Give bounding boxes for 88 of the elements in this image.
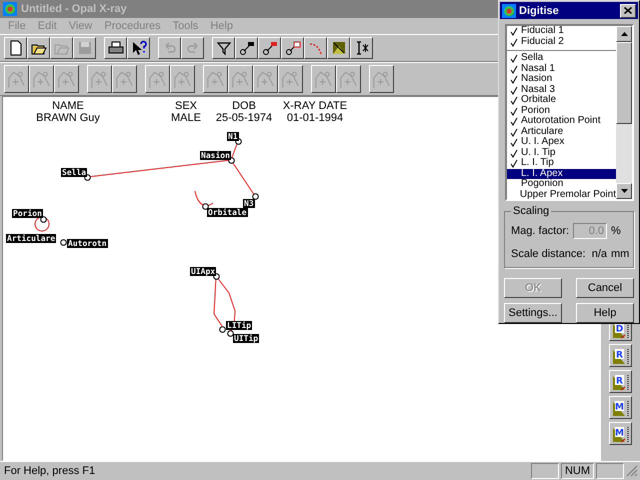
scale-tool-button[interactable]: R [609,370,632,393]
list-item[interactable]: Porion [507,106,616,116]
resize-grip-icon [626,465,638,477]
landmark-label: Orbitale [207,208,248,217]
toolbar-button[interactable] [235,37,258,59]
image-icon [330,40,346,56]
patient-value: 25-05-1974 [216,112,272,124]
window-title: Untitled - Opal X-ray [21,3,127,15]
landmark-icon [262,40,278,56]
list-item[interactable]: Pogonion [507,179,616,190]
toolbar-button[interactable] [27,37,50,59]
up-arrow-icon [620,32,628,36]
landmark-label: Sella [61,168,88,177]
status-panel [596,463,624,479]
list-item[interactable]: U. I. Apex [507,137,616,148]
dialog-title: Digitise [519,4,560,17]
scroll-down-button[interactable] [616,183,632,200]
patient-value: MALE [171,112,201,124]
toolbar-button[interactable] [212,37,235,59]
redo-icon [184,40,200,56]
toolbar-button[interactable] [104,37,127,59]
list-item[interactable]: Nasion [507,74,616,85]
status-panel [530,463,559,479]
patient-value: BRAWN Guy [36,112,100,124]
field-label: Mag. factor: [511,225,570,238]
landmark-point-icon [202,203,209,210]
list-item[interactable]: U. I. Tip [507,148,616,158]
close-icon [624,7,632,14]
landmark-icon [284,40,300,56]
toolbar-button[interactable] [4,37,27,59]
list-item[interactable]: Sella [507,53,616,64]
list-item[interactable]: Articulare [507,126,616,138]
toolbar-button[interactable] [350,37,373,59]
num-lock-indicator: NUM [560,463,594,479]
list-item[interactable]: Fiducial 2 [507,36,616,48]
dialog-button[interactable]: Help [576,303,634,323]
toolbar-button[interactable] [258,37,281,59]
landmark-icon [238,40,254,56]
dialog-button[interactable]: Cancel [576,278,634,298]
landmark-label: N3 [243,199,255,208]
scale-tool-button[interactable]: M [609,422,632,445]
patient-value: 01-01-1994 [286,112,344,124]
help-pointer-icon [130,40,146,56]
landmark-point-icon [60,239,67,246]
new-file-icon [8,40,24,56]
toolbar-button[interactable] [304,37,327,59]
status-text: For Help, press F1 [3,465,96,477]
unit-label: % [611,225,622,238]
scale-distance-value: n/a [592,248,607,260]
printer-icon [108,40,124,56]
app-icon [502,4,516,18]
down-arrow-icon [620,189,628,194]
landmark-label: Nasion [200,151,231,160]
list-item[interactable]: Orbitale [507,95,616,106]
list-item[interactable]: Upper Premolar Point [507,190,616,200]
list-item[interactable]: Nasal 3 [507,84,616,96]
column-heading: X-RAY DATE [282,100,348,112]
list-item[interactable]: Autorotation Point [507,116,616,127]
app-icon [3,2,17,16]
landmark-label: Porion [12,209,43,218]
landmark-label: UITip [233,334,260,343]
landmark-label: Articulare [6,234,56,243]
scale-tool-button[interactable]: R [609,344,632,367]
column-heading: NAME [52,100,84,112]
scroll-up-button[interactable] [616,26,632,42]
funnel-icon [216,40,232,56]
scale-tool-button[interactable]: M [609,396,632,419]
landmark-label: Autorotn [67,239,108,248]
column-heading: DOB [232,100,256,112]
list-item[interactable]: L. I. Tip [507,158,616,169]
list-item[interactable]: Nasal 1 [507,64,616,74]
landmark-label: UIApx [190,267,216,276]
unit-label: mm [611,248,627,260]
field-label: Scale distance: [511,248,587,260]
landmark-point-icon [252,193,259,200]
close-button[interactable] [620,4,636,18]
group-title: Scaling [511,205,552,218]
toolbar-button[interactable] [127,37,150,59]
toolbar-button[interactable] [281,37,304,59]
list-item[interactable]: Fiducial 1 [507,26,616,37]
toolbar-button[interactable] [327,37,350,59]
dialog-button[interactable]: Settings... [504,303,562,323]
column-heading: SEX [174,100,197,112]
landmark-label: LITip [226,321,252,330]
scroll-thumb[interactable] [616,42,632,124]
scroll-bar[interactable] [616,26,632,200]
landmark-label: N1 [227,132,239,141]
list-item[interactable]: L. I. Apex [507,168,616,180]
